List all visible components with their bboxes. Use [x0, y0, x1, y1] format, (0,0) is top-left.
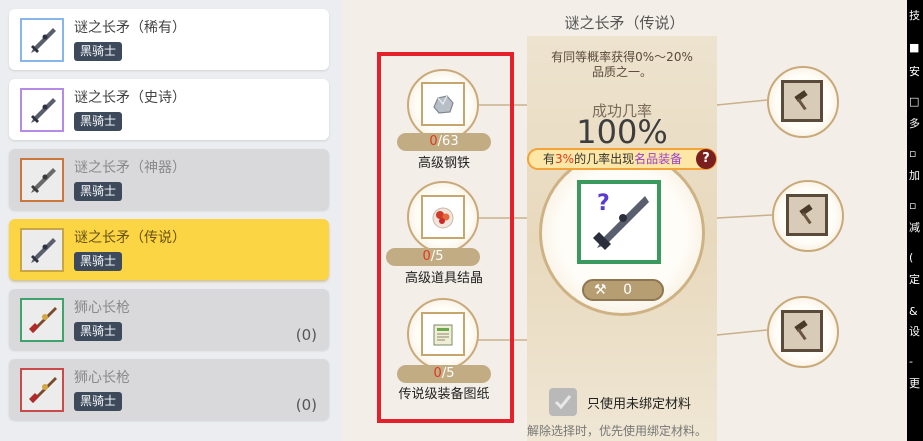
strip-char: 安: [909, 66, 920, 78]
item-name: 狮心长枪: [74, 370, 130, 386]
class-tag: 黑骑士: [74, 252, 123, 271]
owned-count: (0): [295, 326, 317, 344]
hammer-icon: [799, 204, 813, 225]
check-icon: [554, 395, 572, 410]
hammer-icon: [794, 90, 808, 111]
quality-description: 有同等概率获得0%～20% 品质之一。: [551, 50, 693, 79]
result-item-slot[interactable]: ?: [577, 180, 661, 264]
owned-count: (0): [295, 396, 317, 414]
strip-char: 减: [909, 222, 920, 234]
strip-char: 定: [909, 274, 920, 286]
class-tag: 黑骑士: [74, 182, 123, 201]
panel-title: 谜之长矛（传说）: [564, 14, 685, 32]
strip-char: 设: [909, 326, 920, 338]
right-side-strip: 技 ■ 安 □ 多 ▫ 加 ▫ 减 ( 定 & 设 - 更: [907, 0, 923, 441]
item-name: 谜之长矛（稀有）: [74, 20, 186, 36]
class-tag: 黑骑士: [74, 322, 123, 341]
strip-char: 技: [909, 10, 920, 22]
hammer-slot[interactable]: [786, 194, 828, 236]
lance-icon: [20, 298, 64, 342]
item-name: 谜之长矛（史诗）: [74, 90, 186, 106]
svg-text:?: ?: [597, 191, 610, 216]
hammer-slot[interactable]: [781, 310, 823, 352]
mystery-spear-icon: ?: [593, 191, 649, 250]
checkbox-label: 只使用未绑定材料: [587, 397, 692, 412]
masterwork-chance-banner: 有3%的几率出现名品装备: [527, 148, 717, 170]
spear-icon: [20, 88, 64, 132]
list-item[interactable]: 狮心长枪 黑骑士 (0): [9, 289, 329, 350]
strip-char: 加: [909, 170, 920, 182]
strip-char: 多: [909, 118, 920, 130]
strip-char: □: [909, 96, 920, 108]
list-item[interactable]: 谜之长矛（神器） 黑骑士: [9, 149, 329, 210]
hammer-icon: [794, 320, 808, 341]
list-item-selected[interactable]: 谜之长矛（传说） 黑骑士: [9, 219, 329, 280]
list-item[interactable]: 谜之长矛（稀有） 黑骑士: [9, 9, 329, 70]
strip-char: -: [909, 356, 913, 368]
materials-highlight-box: [377, 52, 514, 423]
strip-char: ■: [909, 42, 920, 54]
spear-icon: [20, 18, 64, 62]
class-tag: 黑骑士: [74, 42, 123, 61]
lance-icon: [20, 368, 64, 412]
class-tag: 黑骑士: [74, 112, 123, 131]
equipment-list: 谜之长矛（稀有） 黑骑士 谜之长矛（史诗） 黑骑士 谜之长矛（神器） 黑骑士 谜…: [0, 0, 340, 441]
strip-char: ▫: [909, 148, 917, 160]
binding-note: 解除选择时，优先使用绑定材料。: [527, 424, 708, 438]
list-item[interactable]: 谜之长矛（史诗） 黑骑士: [9, 79, 329, 140]
spear-icon: [20, 228, 64, 272]
success-rate-value: 100%: [576, 113, 668, 151]
item-name: 狮心长枪: [74, 300, 130, 316]
strip-char: ▫: [909, 200, 917, 212]
hammer-counter: ⚒ 0: [582, 279, 664, 301]
strip-char: 更: [909, 378, 920, 390]
hammer-slot[interactable]: [781, 80, 823, 122]
help-icon[interactable]: ?: [696, 149, 716, 169]
list-item[interactable]: 狮心长枪 黑骑士 (0): [9, 359, 329, 420]
unbound-only-checkbox[interactable]: [549, 388, 577, 416]
hammer-icon: ⚒: [594, 282, 607, 298]
spear-icon: [20, 158, 64, 202]
item-name: 谜之长矛（传说）: [74, 230, 186, 246]
strip-char: &: [909, 306, 918, 318]
strip-char: (: [909, 252, 914, 264]
class-tag: 黑骑士: [74, 392, 123, 411]
item-name: 谜之长矛（神器）: [74, 160, 186, 176]
